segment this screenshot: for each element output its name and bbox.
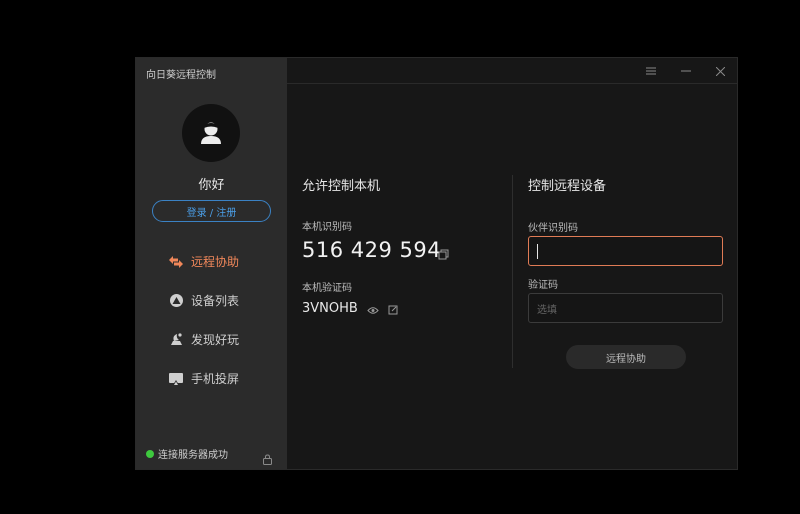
remote-assist-icon bbox=[168, 254, 184, 270]
sidebar-item-device-list[interactable]: 设备列表 bbox=[136, 281, 287, 320]
status-text: 连接服务器成功 bbox=[158, 450, 228, 461]
minimize-icon[interactable] bbox=[679, 64, 693, 78]
remote-verify-placeholder: 选填 bbox=[537, 304, 557, 316]
user-avatar-icon bbox=[201, 122, 221, 144]
partner-id-label: 伙伴识别码 bbox=[528, 223, 578, 234]
remote-assist-button[interactable]: 远程协助 bbox=[566, 345, 686, 369]
title-bar bbox=[287, 58, 737, 84]
sidebar-item-label: 手机投屏 bbox=[191, 372, 240, 386]
device-id-label: 本机识别码 bbox=[302, 222, 352, 233]
remote-control-title: 控制远程设备 bbox=[528, 179, 607, 194]
partner-id-input[interactable] bbox=[528, 236, 723, 266]
device-list-icon bbox=[168, 293, 184, 309]
sidebar-item-label: 远程协助 bbox=[191, 255, 240, 269]
close-icon[interactable] bbox=[713, 64, 727, 78]
sidebar-nav: 远程协助 设备列表 发现好玩 手机投屏 bbox=[136, 242, 287, 398]
verify-code-value: 3VNOHB bbox=[302, 301, 358, 316]
copy-icon[interactable] bbox=[437, 248, 449, 260]
sidebar-item-label: 设备列表 bbox=[191, 294, 240, 308]
sidebar-item-label: 发现好玩 bbox=[191, 333, 240, 347]
remote-verify-label: 验证码 bbox=[528, 280, 558, 291]
app-window: 向日葵远程控制 你好 登录 / 注册 远程协助 设备列表 发现好玩 手机投屏 连… bbox=[135, 57, 738, 470]
lock-icon[interactable] bbox=[262, 450, 273, 465]
avatar[interactable] bbox=[182, 104, 240, 162]
text-caret bbox=[537, 243, 538, 259]
device-id-value: 516 429 594 bbox=[302, 238, 442, 262]
sidebar: 向日葵远程控制 你好 登录 / 注册 远程协助 设备列表 发现好玩 手机投屏 连… bbox=[136, 58, 287, 469]
eye-icon[interactable] bbox=[367, 304, 379, 316]
connection-status: 连接服务器成功 bbox=[146, 446, 228, 461]
remote-verify-input[interactable]: 选填 bbox=[528, 293, 723, 323]
sidebar-item-remote-assist[interactable]: 远程协助 bbox=[136, 242, 287, 281]
status-dot-icon bbox=[146, 449, 154, 458]
verify-code-label: 本机验证码 bbox=[302, 283, 352, 294]
menu-icon[interactable] bbox=[644, 64, 658, 78]
screen-cast-icon bbox=[168, 371, 184, 387]
sidebar-item-screen-cast[interactable]: 手机投屏 bbox=[136, 359, 287, 398]
edit-icon[interactable] bbox=[387, 304, 399, 316]
login-register-button[interactable]: 登录 / 注册 bbox=[152, 200, 271, 222]
allow-control-title: 允许控制本机 bbox=[302, 179, 381, 194]
discover-icon bbox=[168, 332, 184, 348]
section-divider bbox=[512, 175, 513, 368]
greeting: 你好 bbox=[198, 178, 225, 193]
app-title: 向日葵远程控制 bbox=[146, 70, 216, 81]
sidebar-item-discover[interactable]: 发现好玩 bbox=[136, 320, 287, 359]
